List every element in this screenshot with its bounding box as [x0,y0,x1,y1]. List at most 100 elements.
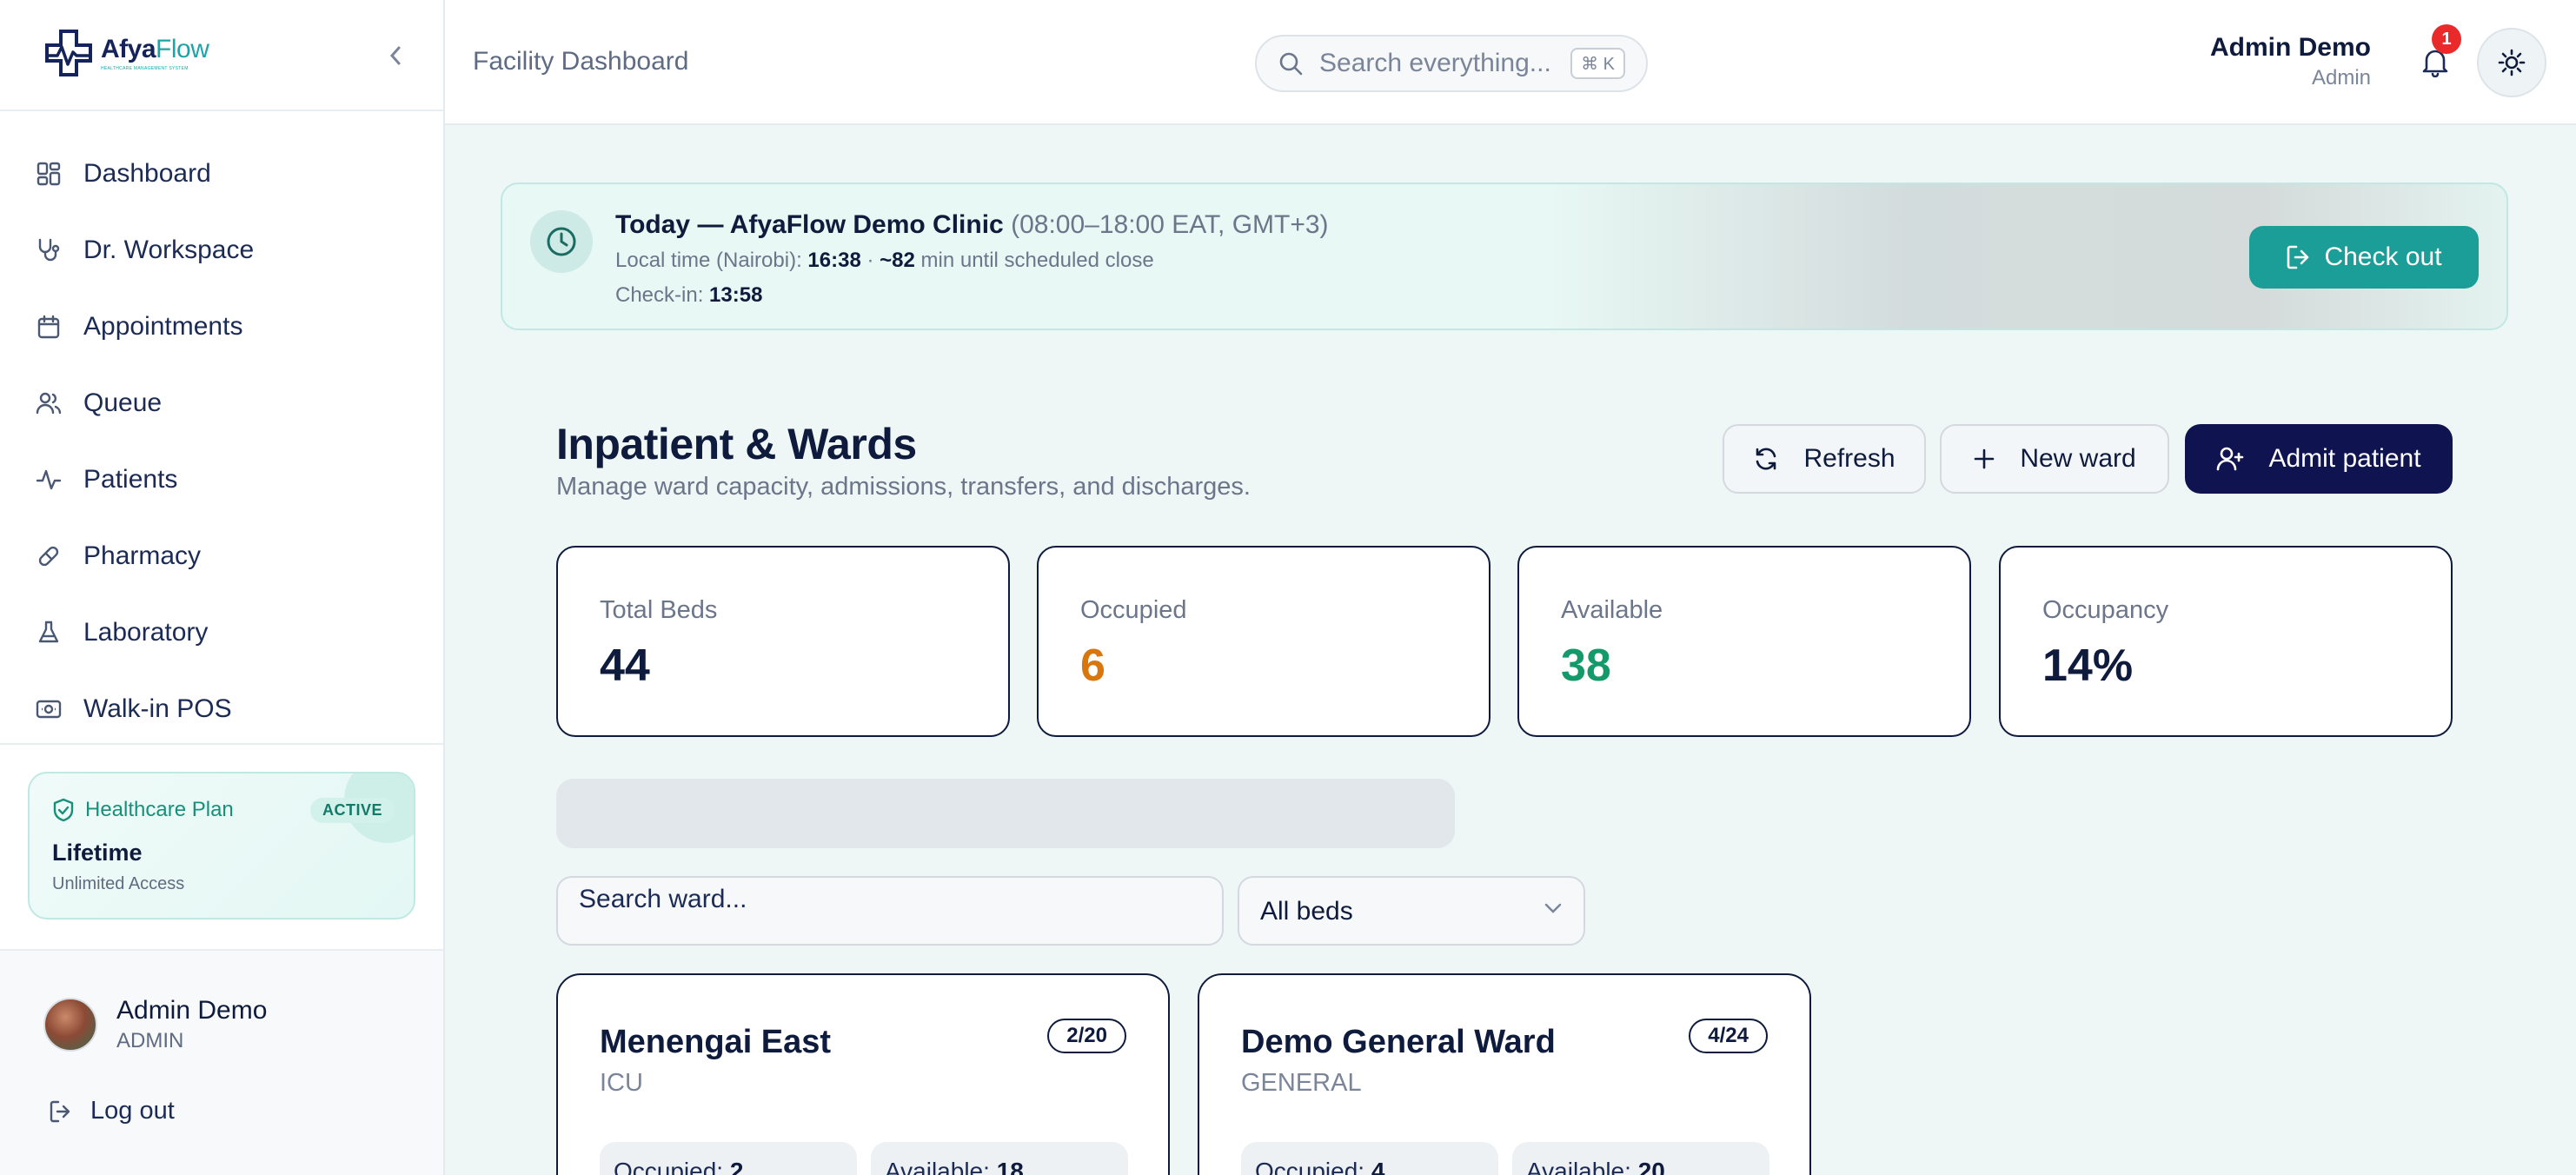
stat-label: Occupancy [2042,596,2169,624]
topbar-user[interactable]: Admin Demo Admin [2210,33,2371,90]
topbar-user-role: Admin [2311,66,2371,90]
plan-subtitle: Unlimited Access [52,874,185,893]
ward-available-pill: Available: 18 [871,1142,1128,1175]
sidebar-user-profile[interactable]: Admin Demo ADMIN [43,996,267,1053]
stat-label: Available [1561,596,1663,624]
notification-count-badge: 1 [2432,24,2461,54]
collapse-sidebar-button[interactable] [382,40,408,71]
theme-toggle-button[interactable] [2477,28,2546,97]
pill-icon [35,542,63,570]
topbar: Facility Dashboard Search everything... … [445,0,2576,125]
flask-icon [35,619,63,647]
sidebar-item-dr-workspace[interactable]: Dr. Workspace [0,212,443,289]
admit-patient-button[interactable]: Admit patient [2185,424,2453,494]
sidebar-item-label: Walk-in POS [83,694,232,723]
refresh-label: Refresh [1803,444,1895,473]
stat-available: Available 38 [1517,546,1971,737]
logout-icon [2287,245,2309,269]
stat-value: 44 [600,641,650,691]
ward-card[interactable]: Demo General Ward GENERAL 4/24 Occupied:… [1198,973,1811,1175]
chevron-left-icon [389,46,401,65]
sidebar-item-label: Appointments [83,312,243,341]
shield-check-icon [53,798,74,822]
chevron-down-icon [1544,903,1562,913]
ward-capacity-badge: 4/24 [1689,1019,1768,1053]
stat-label: Total Beds [600,596,718,624]
stat-value: 38 [1561,641,1611,691]
ward-type: GENERAL [1241,1069,1362,1097]
divider [0,743,443,745]
stat-label: Occupied [1080,596,1187,624]
section-subtitle: Manage ward capacity, admissions, transf… [556,473,1251,501]
sidebar-item-label: Laboratory [83,618,209,647]
ward-available-pill: Available: 20 [1512,1142,1769,1175]
search-icon [1279,52,1303,76]
new-ward-label: New ward [2020,444,2136,473]
refresh-button[interactable]: Refresh [1723,424,1926,494]
ward-occupied-pill: Occupied: 2 [600,1142,857,1175]
plus-icon [1975,448,1995,469]
stat-occupancy: Occupancy 14% [1999,546,2453,737]
sidebar-item-laboratory[interactable]: Laboratory [0,594,443,671]
sidebar-item-patients[interactable]: Patients [0,441,443,518]
clinic-status-banner: Today — AfyaFlow Demo Clinic (08:00–18:0… [501,183,2508,330]
stat-total-beds: Total Beds 44 [556,546,1010,737]
stat-value: 6 [1080,641,1105,691]
page-title: Facility Dashboard [473,47,689,76]
refresh-icon [1756,448,1776,470]
local-time-line: Local time (Nairobi): 16:38 · ~82 min un… [615,249,1154,272]
keyboard-shortcut-hint: ⌘ K [1570,48,1625,79]
logout-icon [50,1100,70,1122]
plan-card[interactable]: Healthcare Plan ACTIVE Lifetime Unlimite… [28,772,415,919]
stat-occupied: Occupied 6 [1037,546,1490,737]
plan-status-badge: ACTIVE [309,798,395,823]
logo-name: AfyaFlow [101,35,209,63]
ward-capacity-badge: 2/20 [1047,1019,1126,1053]
logo-heartbeat-icon [45,30,92,76]
sidebar-item-dashboard[interactable]: Dashboard [0,136,443,212]
bed-filter-select[interactable]: All beds [1238,876,1585,946]
user-plus-icon [2217,447,2244,471]
ward-type: ICU [600,1069,643,1097]
logo-bar: AfyaFlow HEALTHCARE MANAGEMENT SYSTEM [0,0,443,111]
ward-card[interactable]: Menengai East ICU 2/20 Occupied: 2 Avail… [556,973,1170,1175]
new-ward-button[interactable]: New ward [1940,424,2169,494]
bed-filter-value: All beds [1260,897,1353,926]
ward-name: Demo General Ward [1241,1024,1556,1060]
sidebar-item-queue[interactable]: Queue [0,365,443,441]
activity-icon [35,466,63,494]
topbar-user-name: Admin Demo [2209,33,2371,62]
ward-search-input[interactable]: Search ward... [556,876,1224,946]
sidebar: AfyaFlow HEALTHCARE MANAGEMENT SYSTEM Da… [0,0,445,1175]
logout-button[interactable]: Log out [49,1097,175,1125]
loading-placeholder [556,779,1455,848]
avatar [43,998,97,1052]
sun-icon [2498,49,2526,76]
section-title: Inpatient & Wards [556,420,917,468]
clinic-today-line: Today — AfyaFlow Demo Clinic (08:00–18:0… [615,210,1329,239]
checkin-line: Check-in: 13:58 [615,283,763,307]
users-icon [35,389,63,417]
ward-name: Menengai East [600,1024,832,1060]
ward-search-placeholder: Search ward... [579,885,747,913]
sidebar-item-walk-in-pos[interactable]: Walk-in POS [0,671,443,747]
notifications-button[interactable]: 1 [2411,24,2461,87]
plan-title: Lifetime [52,840,143,866]
logout-label: Log out [90,1097,175,1125]
app-logo[interactable]: AfyaFlow HEALTHCARE MANAGEMENT SYSTEM [42,26,209,80]
sidebar-item-label: Dr. Workspace [83,236,255,264]
sidebar-item-appointments[interactable]: Appointments [0,289,443,365]
logo-tagline: HEALTHCARE MANAGEMENT SYSTEM [101,66,189,71]
sidebar-nav: Dashboard Dr. Workspace Appointments Que… [0,136,443,747]
sidebar-item-label: Queue [83,388,163,417]
clock-icon-wrapper [530,210,593,273]
calendar-icon [35,313,63,341]
sidebar-item-label: Patients [83,465,178,494]
cash-icon [35,695,63,723]
global-search-input[interactable]: Search everything... ⌘ K [1255,35,1648,92]
check-out-button[interactable]: Check out [2249,226,2479,289]
sidebar-item-label: Pharmacy [83,541,202,570]
check-out-label: Check out [2324,242,2442,271]
ward-occupied-pill: Occupied: 4 [1241,1142,1498,1175]
sidebar-item-pharmacy[interactable]: Pharmacy [0,518,443,594]
